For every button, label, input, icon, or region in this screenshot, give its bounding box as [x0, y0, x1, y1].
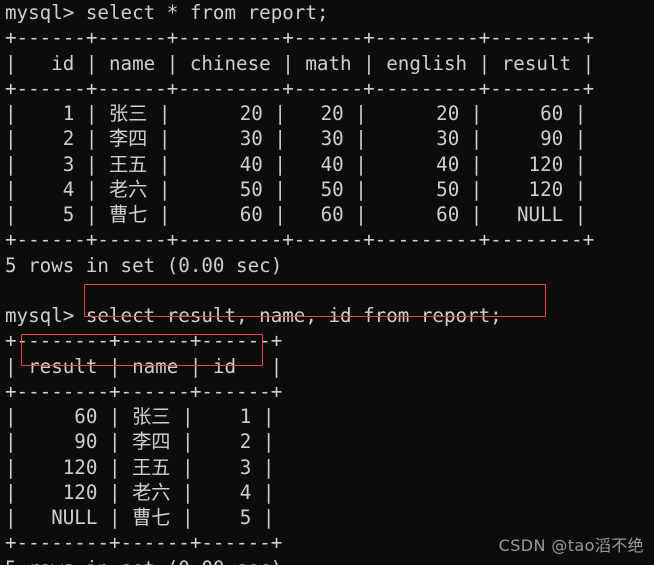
terminal-line-table1-bottom-border: +------+------+---------+------+--------… — [5, 228, 595, 252]
table-row: | 90 | 李四 | 2 | — [5, 430, 275, 454]
terminal-line-table1-header: | id | name | chinese | math | english |… — [5, 51, 595, 75]
table-row: | 60 | 张三 | 1 | — [5, 405, 275, 428]
table-row: | 5 | 曹七 | 60 | 60 | 60 | NULL | — [5, 203, 587, 226]
table-row: | 120 | 王五 | 3 | — [5, 455, 275, 479]
table-row: | 4 | 老六 | 50 | 50 | 50 | 120 | — [5, 177, 587, 201]
terminal-line-prompt-query2: mysql> select result, name, id from repo… — [5, 304, 502, 327]
terminal-line-table2-top-border: +--------+------+------+ — [5, 329, 283, 353]
watermark-label: CSDN @tao滔不绝 — [498, 536, 644, 555]
terminal-line-status-query2: 5 rows in set (0.00 sec) — [5, 556, 594, 565]
terminal-line-table1-top-border: +------+------+---------+------+--------… — [5, 26, 595, 50]
mysql-terminal-window[interactable]: mysql> select * from report; +------+----… — [0, 0, 654, 565]
terminal-output[interactable]: mysql> select * from report; +------+----… — [5, 0, 594, 565]
table-row: | 120 | 老六 | 4 | — [5, 480, 275, 504]
table-row: | NULL | 曹七 | 5 | — [5, 506, 275, 529]
terminal-line-table2-header: | result | name | id | — [5, 354, 283, 378]
terminal-line-status-query1: 5 rows in set (0.00 sec) — [5, 253, 283, 277]
table-row: | 1 | 张三 | 20 | 20 | 20 | 60 | — [5, 102, 587, 125]
terminal-line-prompt-query1: mysql> select * from report; — [5, 1, 329, 24]
table-row: | 3 | 王五 | 40 | 40 | 40 | 120 | — [5, 152, 587, 176]
table-row: | 2 | 李四 | 30 | 30 | 30 | 90 | — [5, 127, 587, 151]
terminal-line-table2-header-border: +--------+------+------+ — [5, 379, 283, 403]
terminal-line-table1-header-border: +------+------+---------+------+--------… — [5, 76, 595, 100]
